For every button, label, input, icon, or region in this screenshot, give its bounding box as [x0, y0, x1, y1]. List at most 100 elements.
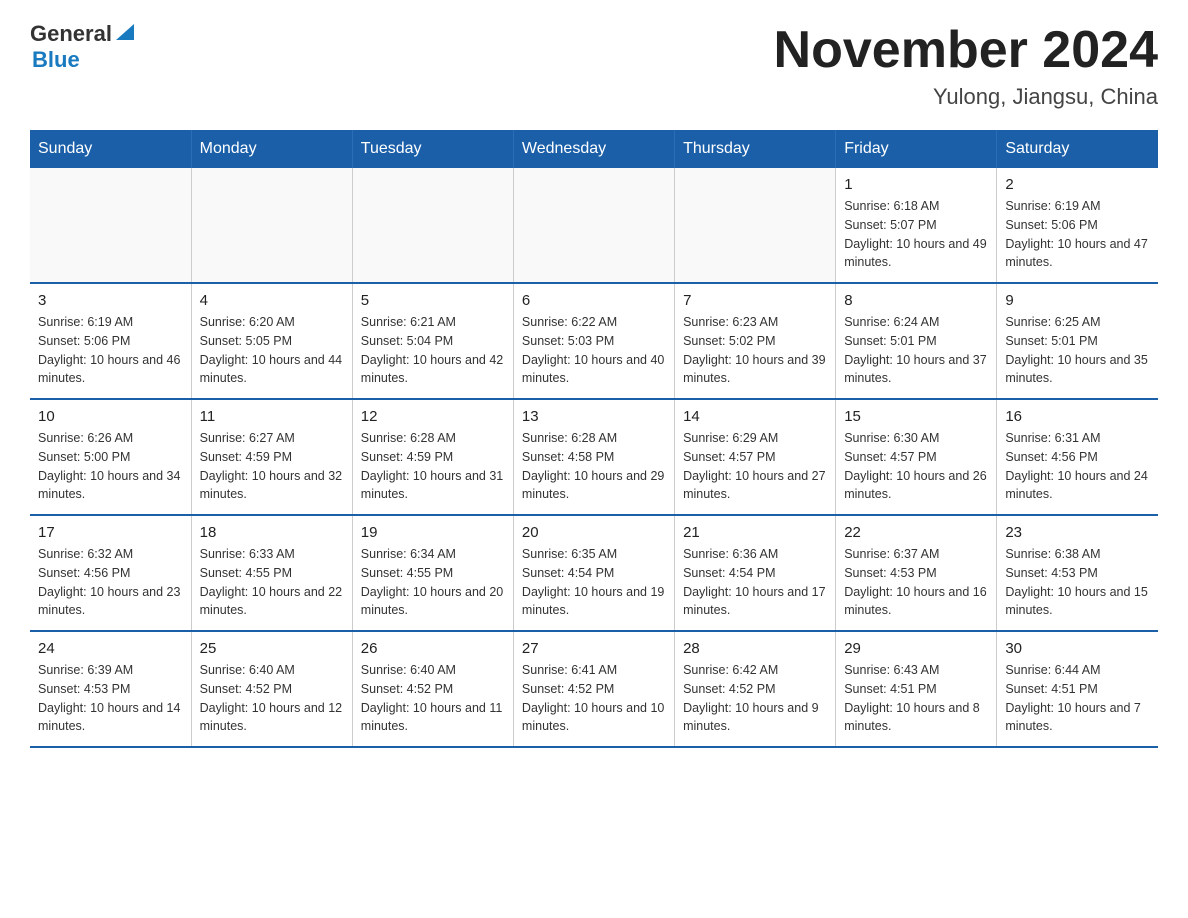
day-number: 15: [844, 408, 988, 425]
day-info: Sunrise: 6:40 AMSunset: 4:52 PMDaylight:…: [200, 661, 344, 736]
calendar-cell: 8 Sunrise: 6:24 AMSunset: 5:01 PMDaylight…: [836, 283, 997, 399]
day-number: 14: [683, 408, 827, 425]
day-number: 12: [361, 408, 505, 425]
day-info: Sunrise: 6:32 AMSunset: 4:56 PMDaylight:…: [38, 545, 183, 620]
page-header: General Blue November 2024 Yulong, Jiang…: [30, 20, 1158, 110]
calendar-cell: 22 Sunrise: 6:37 AMSunset: 4:53 PMDayligh…: [836, 515, 997, 631]
day-number: 10: [38, 408, 183, 425]
title-block: November 2024 Yulong, Jiangsu, China: [774, 20, 1158, 110]
day-info: Sunrise: 6:22 AMSunset: 5:03 PMDaylight:…: [522, 313, 666, 388]
calendar-cell: [675, 168, 836, 283]
day-number: 28: [683, 640, 827, 657]
day-number: 1: [844, 176, 988, 193]
calendar-weekday-wednesday: Wednesday: [513, 130, 674, 168]
day-number: 26: [361, 640, 505, 657]
calendar-header-row: SundayMondayTuesdayWednesdayThursdayFrid…: [30, 130, 1158, 168]
day-number: 21: [683, 524, 827, 541]
day-number: 23: [1005, 524, 1150, 541]
day-number: 6: [522, 292, 666, 309]
calendar-cell: 27 Sunrise: 6:41 AMSunset: 4:52 PMDayligh…: [513, 631, 674, 747]
day-number: 18: [200, 524, 344, 541]
calendar-weekday-sunday: Sunday: [30, 130, 191, 168]
day-info: Sunrise: 6:24 AMSunset: 5:01 PMDaylight:…: [844, 313, 988, 388]
day-info: Sunrise: 6:25 AMSunset: 5:01 PMDaylight:…: [1005, 313, 1150, 388]
day-number: 9: [1005, 292, 1150, 309]
day-info: Sunrise: 6:38 AMSunset: 4:53 PMDaylight:…: [1005, 545, 1150, 620]
day-info: Sunrise: 6:40 AMSunset: 4:52 PMDaylight:…: [361, 661, 505, 736]
day-number: 29: [844, 640, 988, 657]
calendar-week-row: 3 Sunrise: 6:19 AMSunset: 5:06 PMDaylight…: [30, 283, 1158, 399]
calendar-cell: 24Sunrise: 6:39 AMSunset: 4:53 PMDayligh…: [30, 631, 191, 747]
logo-blue-text: Blue: [32, 47, 80, 72]
day-info: Sunrise: 6:19 AMSunset: 5:06 PMDaylight:…: [1005, 197, 1150, 272]
day-info: Sunrise: 6:18 AMSunset: 5:07 PMDaylight:…: [844, 197, 988, 272]
calendar-cell: [191, 168, 352, 283]
calendar-cell: 9 Sunrise: 6:25 AMSunset: 5:01 PMDaylight…: [997, 283, 1158, 399]
day-info: Sunrise: 6:26 AMSunset: 5:00 PMDaylight:…: [38, 429, 183, 504]
calendar-cell: 17Sunrise: 6:32 AMSunset: 4:56 PMDayligh…: [30, 515, 191, 631]
logo: General Blue: [30, 20, 136, 73]
day-info: Sunrise: 6:28 AMSunset: 4:59 PMDaylight:…: [361, 429, 505, 504]
calendar-week-row: 24Sunrise: 6:39 AMSunset: 4:53 PMDayligh…: [30, 631, 1158, 747]
day-number: 7: [683, 292, 827, 309]
calendar-cell: 14Sunrise: 6:29 AMSunset: 4:57 PMDayligh…: [675, 399, 836, 515]
calendar-weekday-tuesday: Tuesday: [352, 130, 513, 168]
calendar-cell: [352, 168, 513, 283]
calendar-week-row: 17Sunrise: 6:32 AMSunset: 4:56 PMDayligh…: [30, 515, 1158, 631]
calendar-weekday-monday: Monday: [191, 130, 352, 168]
day-info: Sunrise: 6:39 AMSunset: 4:53 PMDaylight:…: [38, 661, 183, 736]
day-number: 30: [1005, 640, 1150, 657]
calendar-cell: 4 Sunrise: 6:20 AMSunset: 5:05 PMDaylight…: [191, 283, 352, 399]
calendar-cell: 12 Sunrise: 6:28 AMSunset: 4:59 PMDayligh…: [352, 399, 513, 515]
calendar-cell: 28 Sunrise: 6:42 AMSunset: 4:52 PMDayligh…: [675, 631, 836, 747]
calendar-cell: 26 Sunrise: 6:40 AMSunset: 4:52 PMDayligh…: [352, 631, 513, 747]
day-number: 3: [38, 292, 183, 309]
day-info: Sunrise: 6:44 AMSunset: 4:51 PMDaylight:…: [1005, 661, 1150, 736]
day-info: Sunrise: 6:33 AMSunset: 4:55 PMDaylight:…: [200, 545, 344, 620]
location-title: Yulong, Jiangsu, China: [774, 84, 1158, 110]
day-info: Sunrise: 6:36 AMSunset: 4:54 PMDaylight:…: [683, 545, 827, 620]
day-info: Sunrise: 6:37 AMSunset: 4:53 PMDaylight:…: [844, 545, 988, 620]
day-number: 16: [1005, 408, 1150, 425]
calendar-cell: [30, 168, 191, 283]
day-number: 4: [200, 292, 344, 309]
calendar-cell: 13Sunrise: 6:28 AMSunset: 4:58 PMDayligh…: [513, 399, 674, 515]
calendar-cell: 10 Sunrise: 6:26 AMSunset: 5:00 PMDayligh…: [30, 399, 191, 515]
calendar-cell: 21 Sunrise: 6:36 AMSunset: 4:54 PMDayligh…: [675, 515, 836, 631]
calendar-cell: 18 Sunrise: 6:33 AMSunset: 4:55 PMDayligh…: [191, 515, 352, 631]
calendar-cell: 1 Sunrise: 6:18 AMSunset: 5:07 PMDaylight…: [836, 168, 997, 283]
day-info: Sunrise: 6:19 AMSunset: 5:06 PMDaylight:…: [38, 313, 183, 388]
calendar-cell: 3 Sunrise: 6:19 AMSunset: 5:06 PMDaylight…: [30, 283, 191, 399]
calendar-cell: 6 Sunrise: 6:22 AMSunset: 5:03 PMDaylight…: [513, 283, 674, 399]
calendar-cell: 15 Sunrise: 6:30 AMSunset: 4:57 PMDayligh…: [836, 399, 997, 515]
calendar-cell: 30 Sunrise: 6:44 AMSunset: 4:51 PMDayligh…: [997, 631, 1158, 747]
calendar-cell: [513, 168, 674, 283]
calendar-cell: 23 Sunrise: 6:38 AMSunset: 4:53 PMDayligh…: [997, 515, 1158, 631]
day-number: 20: [522, 524, 666, 541]
day-info: Sunrise: 6:41 AMSunset: 4:52 PMDaylight:…: [522, 661, 666, 736]
day-info: Sunrise: 6:30 AMSunset: 4:57 PMDaylight:…: [844, 429, 988, 504]
day-info: Sunrise: 6:34 AMSunset: 4:55 PMDaylight:…: [361, 545, 505, 620]
day-number: 19: [361, 524, 505, 541]
day-info: Sunrise: 6:31 AMSunset: 4:56 PMDaylight:…: [1005, 429, 1150, 504]
calendar-cell: 25 Sunrise: 6:40 AMSunset: 4:52 PMDayligh…: [191, 631, 352, 747]
calendar-cell: 20Sunrise: 6:35 AMSunset: 4:54 PMDayligh…: [513, 515, 674, 631]
day-info: Sunrise: 6:23 AMSunset: 5:02 PMDaylight:…: [683, 313, 827, 388]
day-number: 8: [844, 292, 988, 309]
logo-triangle-icon: [114, 20, 136, 42]
month-title: November 2024: [774, 20, 1158, 80]
day-info: Sunrise: 6:43 AMSunset: 4:51 PMDaylight:…: [844, 661, 988, 736]
calendar-cell: 7 Sunrise: 6:23 AMSunset: 5:02 PMDaylight…: [675, 283, 836, 399]
day-number: 25: [200, 640, 344, 657]
day-number: 27: [522, 640, 666, 657]
calendar-cell: 11Sunrise: 6:27 AMSunset: 4:59 PMDayligh…: [191, 399, 352, 515]
calendar-weekday-thursday: Thursday: [675, 130, 836, 168]
calendar-cell: 16 Sunrise: 6:31 AMSunset: 4:56 PMDayligh…: [997, 399, 1158, 515]
day-number: 13: [522, 408, 666, 425]
day-info: Sunrise: 6:42 AMSunset: 4:52 PMDaylight:…: [683, 661, 827, 736]
calendar-weekday-saturday: Saturday: [997, 130, 1158, 168]
calendar-week-row: 10 Sunrise: 6:26 AMSunset: 5:00 PMDayligh…: [30, 399, 1158, 515]
day-number: 22: [844, 524, 988, 541]
day-info: Sunrise: 6:21 AMSunset: 5:04 PMDaylight:…: [361, 313, 505, 388]
day-info: Sunrise: 6:20 AMSunset: 5:05 PMDaylight:…: [200, 313, 344, 388]
